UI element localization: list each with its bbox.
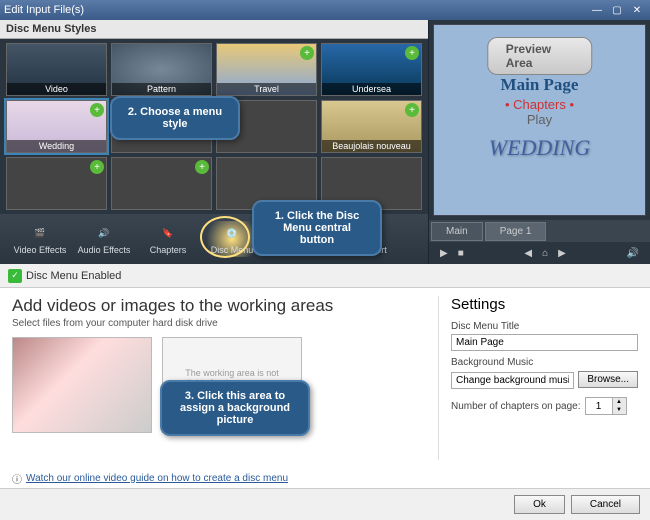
chapters-spinner[interactable]: ▲▼ — [585, 397, 627, 415]
settings-heading: Settings — [451, 296, 638, 313]
preview-area: Preview Area Main Page • Chapters • Play… — [433, 24, 646, 216]
spinner-down-icon[interactable]: ▼ — [612, 406, 626, 414]
info-bar: ⓘ Watch our online video guide on how to… — [0, 468, 650, 488]
chapters-count-input[interactable] — [586, 398, 612, 414]
preview-tabs: Main Page 1 — [429, 220, 650, 242]
play-icon[interactable]: ▶ — [440, 248, 448, 259]
preview-tab-page1[interactable]: Page 1 — [485, 222, 547, 241]
style-item-travel[interactable]: +Travel — [216, 43, 317, 96]
info-icon: ⓘ — [12, 471, 22, 486]
thumbnail-image — [13, 338, 151, 432]
style-item-video[interactable]: Video — [6, 43, 107, 96]
download-badge-icon: + — [405, 103, 419, 117]
status-label: Disc Menu Enabled — [26, 270, 121, 282]
chapters-count-label: Number of chapters on page: — [451, 401, 581, 412]
style-item-wedding[interactable]: +Wedding — [6, 100, 107, 153]
download-badge-icon: + — [195, 160, 209, 174]
maximize-button[interactable]: ▢ — [608, 3, 626, 17]
working-area-1[interactable] — [12, 337, 152, 433]
callout-step3: 3. Click this area to assign a backgroun… — [160, 380, 310, 436]
tab-video-effects[interactable]: 🎬Video Effects — [8, 221, 72, 257]
preview-wedding-text: WEDDING — [434, 135, 645, 161]
spinner-up-icon[interactable]: ▲ — [612, 398, 626, 406]
main-heading: Add videos or images to the working area… — [12, 296, 426, 316]
video-effects-icon: 🎬 — [28, 223, 52, 243]
callout-step2: 2. Choose a menu style — [110, 96, 240, 140]
bgm-label: Background Music — [451, 357, 638, 368]
tab-audio-effects[interactable]: 🔊Audio Effects — [72, 221, 136, 257]
chapters-icon: 🔖 — [156, 223, 180, 243]
close-button[interactable]: ✕ — [628, 3, 646, 17]
preview-tab-main[interactable]: Main — [431, 222, 483, 241]
main-subheading: Select files from your computer hard dis… — [12, 318, 426, 329]
lower-panel: Add videos or images to the working area… — [0, 288, 650, 468]
home-icon[interactable]: ⌂ — [542, 248, 548, 259]
titlebar: Edit Input File(s) — ▢ ✕ — [0, 0, 650, 20]
check-icon: ✓ — [8, 269, 22, 283]
preview-controls: ▶ ■ ◀ ⌂ ▶ 🔊 — [429, 242, 650, 264]
download-badge-icon: + — [90, 160, 104, 174]
minimize-button[interactable]: — — [588, 3, 606, 17]
styles-header: Disc Menu Styles — [0, 20, 428, 39]
preview-content: Main Page • Chapters • Play WEDDING — [434, 75, 645, 161]
next-icon[interactable]: ▶ — [558, 248, 566, 259]
window-title: Edit Input File(s) — [4, 4, 586, 16]
cancel-button[interactable]: Cancel — [571, 495, 640, 514]
prev-icon[interactable]: ◀ — [524, 248, 532, 259]
style-item-pattern[interactable]: Pattern — [111, 43, 212, 96]
callout-step1: 1. Click the Disc Menu central button — [252, 200, 382, 256]
download-badge-icon: + — [405, 46, 419, 60]
style-item-beaujolais[interactable]: +Beaujolais nouveau — [321, 100, 422, 153]
ok-button[interactable]: Ok — [514, 495, 565, 514]
tab-chapters[interactable]: 🔖Chapters — [136, 221, 200, 257]
video-guide-link[interactable]: Watch our online video guide on how to c… — [26, 473, 288, 484]
preview-chapters-link: • Chapters • — [434, 97, 645, 112]
footer: Ok Cancel — [0, 488, 650, 520]
volume-icon[interactable]: 🔊 — [627, 248, 639, 259]
status-bar: ✓ Disc Menu Enabled — [0, 264, 650, 288]
style-item[interactable]: + — [6, 157, 107, 210]
settings-panel: Settings Disc Menu Title Background Musi… — [438, 296, 638, 460]
audio-effects-icon: 🔊 — [92, 223, 116, 243]
title-label: Disc Menu Title — [451, 321, 638, 332]
stop-icon[interactable]: ■ — [458, 248, 464, 259]
style-item[interactable]: + — [111, 157, 212, 210]
preview-tag: Preview Area — [487, 37, 593, 75]
bgm-input[interactable] — [451, 372, 574, 389]
browse-button[interactable]: Browse... — [578, 371, 638, 388]
disc-title-input[interactable] — [451, 334, 638, 351]
download-badge-icon: + — [300, 46, 314, 60]
preview-play-link: Play — [434, 112, 645, 127]
preview-panel: Preview Area Main Page • Chapters • Play… — [428, 20, 650, 264]
preview-main-title: Main Page — [434, 75, 645, 95]
style-item-undersea[interactable]: +Undersea — [321, 43, 422, 96]
highlight-ring — [200, 216, 250, 258]
download-badge-icon: + — [90, 103, 104, 117]
